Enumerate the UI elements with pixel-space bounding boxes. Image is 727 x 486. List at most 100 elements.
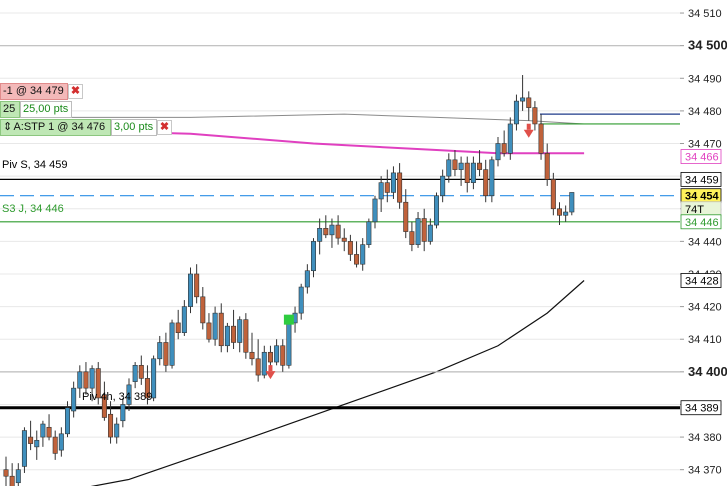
price-badge-text: 34 446 bbox=[685, 217, 719, 229]
candle-body bbox=[378, 182, 384, 200]
axis-tick-label: 34 470 bbox=[688, 139, 722, 151]
buy-marker bbox=[283, 314, 294, 325]
candle-body bbox=[360, 244, 366, 265]
price-badge: 34 446 bbox=[680, 214, 722, 230]
candlestick-chart[interactable]: 34 37034 38034 39034 40034 41034 42034 4… bbox=[0, 0, 727, 486]
candle-body bbox=[181, 306, 187, 333]
s3-j-label: S3 J, 34 446 bbox=[2, 203, 64, 215]
price-badge: 34 454 bbox=[680, 188, 722, 204]
price-badge: 34 428 bbox=[680, 273, 722, 288]
stop-pts: 3,00 pts bbox=[114, 121, 154, 133]
candle-body bbox=[9, 475, 15, 486]
candle-body bbox=[458, 162, 464, 170]
candle-body bbox=[544, 153, 550, 180]
stop-order-tag[interactable]: ⇕ A:STP 1 @ 34 476 bbox=[0, 119, 111, 136]
candle-body bbox=[409, 231, 415, 245]
stop-pts-tag: 3,00 pts bbox=[111, 119, 157, 136]
candle-body bbox=[157, 342, 163, 360]
close-stop-order-button[interactable]: ✖ bbox=[157, 120, 172, 135]
candle-body bbox=[489, 159, 495, 197]
candle-body bbox=[212, 312, 218, 340]
stop-order-label: A:STP 1 @ 34 476 bbox=[13, 121, 106, 133]
candle-body bbox=[286, 322, 292, 366]
candle-body bbox=[556, 208, 562, 216]
price-badge-text: 34 466 bbox=[685, 152, 719, 164]
price-badge: 34 466 bbox=[680, 149, 722, 164]
candle-body bbox=[477, 162, 483, 170]
sell-arrow-icon bbox=[523, 129, 534, 138]
candle-body bbox=[175, 322, 181, 333]
candle-body bbox=[243, 319, 249, 353]
candle-body bbox=[421, 218, 427, 242]
price-badge-text: 34 459 bbox=[685, 174, 719, 186]
candle-body bbox=[15, 469, 21, 484]
candle-body bbox=[163, 342, 169, 366]
order-pts: 25,00 pts bbox=[23, 103, 69, 115]
candle-body bbox=[218, 312, 224, 347]
close-sell-order-button[interactable]: ✖ bbox=[68, 84, 83, 99]
price-badge: 34 389 bbox=[680, 400, 722, 416]
candle-body bbox=[40, 423, 46, 438]
axis-tick-label: 34 410 bbox=[688, 334, 722, 346]
candle-body bbox=[440, 175, 446, 197]
candle-body bbox=[304, 270, 310, 288]
price-badge-text: 34 389 bbox=[685, 403, 719, 415]
candle-body bbox=[114, 423, 120, 438]
candle-body bbox=[323, 228, 329, 236]
candle-body bbox=[188, 273, 194, 307]
axis-tick-label: 34 370 bbox=[688, 465, 722, 477]
axis-tick-label: 34 510 bbox=[688, 8, 722, 20]
candle-body bbox=[249, 351, 255, 360]
axis-tick-label: 34 380 bbox=[688, 432, 722, 444]
candle-body bbox=[3, 469, 9, 477]
candle-body bbox=[354, 254, 360, 265]
candle-body bbox=[501, 143, 507, 154]
sell-arrow-icon bbox=[265, 371, 276, 380]
candle-body bbox=[108, 413, 114, 438]
candle-body bbox=[520, 97, 526, 102]
candle-body bbox=[532, 107, 538, 125]
candle-body bbox=[138, 365, 144, 379]
candle-body bbox=[563, 211, 569, 216]
axis-tick-label: 34 420 bbox=[688, 302, 722, 314]
candle-body bbox=[507, 123, 513, 154]
candle-body bbox=[317, 228, 323, 242]
candle-body bbox=[200, 296, 206, 324]
candle-body bbox=[267, 351, 273, 363]
candle-body bbox=[329, 224, 335, 236]
candle-body bbox=[526, 97, 532, 108]
sell-order-label: -1 @ 34 479 bbox=[3, 85, 64, 97]
candle-body bbox=[89, 368, 95, 389]
sell-arrow-stem bbox=[268, 365, 273, 372]
candle-body bbox=[120, 404, 126, 422]
candle-body bbox=[206, 322, 212, 340]
close-icon: ✖ bbox=[159, 121, 170, 133]
price-badge-text: 74T bbox=[685, 204, 704, 216]
candle-body bbox=[194, 273, 200, 298]
candle-body bbox=[397, 172, 403, 203]
candle-body bbox=[298, 286, 304, 314]
candle-body bbox=[255, 358, 261, 376]
candle-body bbox=[83, 371, 89, 389]
order-qty-tag: 25 bbox=[0, 101, 20, 118]
candle-body bbox=[446, 159, 452, 177]
candle-body bbox=[403, 201, 409, 232]
candle-body bbox=[274, 345, 280, 363]
price-badge: 74T bbox=[680, 201, 722, 217]
candle-body bbox=[372, 198, 378, 223]
candle-body bbox=[280, 345, 286, 366]
candle-body bbox=[415, 218, 421, 245]
candle-body bbox=[224, 325, 230, 347]
candle-body bbox=[366, 221, 372, 245]
candle-body bbox=[46, 426, 52, 438]
candle-body bbox=[231, 325, 237, 343]
sell-order-tag[interactable]: -1 @ 34 479 bbox=[0, 83, 68, 100]
close-icon: ✖ bbox=[70, 85, 81, 97]
axis-tick-label: 34 480 bbox=[688, 106, 722, 118]
candle-body bbox=[237, 319, 243, 343]
scroll-icon[interactable]: ⇕ bbox=[3, 120, 12, 135]
axis-tick-label: 34 490 bbox=[688, 73, 722, 85]
piv-4h-label: Piv 4h, 34 389 bbox=[82, 391, 153, 403]
candle-body bbox=[132, 365, 138, 382]
price-badge: 34 459 bbox=[680, 171, 722, 187]
